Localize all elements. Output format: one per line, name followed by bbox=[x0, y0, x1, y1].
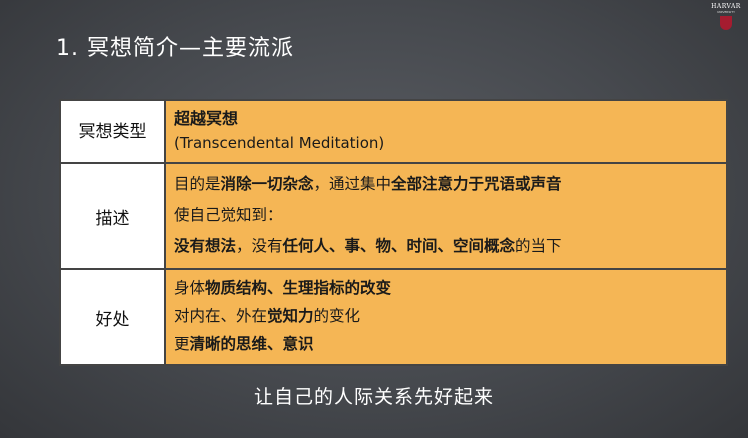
row-content-benefits: 身体物质结构、生理指标的改变 对内在、外在觉知力的变化 更清晰的思维、意识 bbox=[164, 268, 728, 366]
emphasis-text: 觉知力 bbox=[267, 307, 314, 325]
row-content-type: 超越冥想 (Transcendental Meditation) bbox=[164, 99, 728, 164]
content-line: 对内在、外在觉知力的变化 bbox=[174, 302, 718, 330]
video-subtitle: 让自己的人际关系先好起来 bbox=[253, 386, 494, 408]
emphasis-text: 物质结构、生理指标的改变 bbox=[205, 279, 392, 297]
slide-title: 1. 冥想简介—主要流派 bbox=[56, 36, 294, 61]
content-line: (Transcendental Meditation) bbox=[174, 131, 718, 155]
plain-text: (Transcendental Meditation) bbox=[174, 134, 385, 152]
plain-text: 身体 bbox=[174, 279, 206, 297]
table-row-type: 冥想类型 超越冥想 (Transcendental Meditation) bbox=[59, 99, 728, 164]
logo-wordmark: HARVAR bbox=[711, 3, 741, 10]
plain-text: 目的是 bbox=[174, 175, 221, 193]
emphasis-text: 超越冥想 bbox=[174, 109, 239, 128]
university-logo: HARVAR UNIVERSITY bbox=[704, 0, 748, 34]
table-row-description: 描述 目的是消除一切杂念，通过集中全部注意力于咒语或声音 使自己觉知到： 没有想… bbox=[59, 162, 728, 270]
plain-text: ，通过集中 bbox=[313, 175, 392, 193]
table-row-benefits: 好处 身体物质结构、生理指标的改变 对内在、外在觉知力的变化 更清晰的思维、意识 bbox=[59, 268, 728, 366]
emphasis-text: 任何人、事、物、时间、空间概念 bbox=[282, 237, 516, 255]
row-label-type: 冥想类型 bbox=[59, 99, 166, 164]
logo-subtext: UNIVERSITY bbox=[717, 10, 735, 14]
emphasis-text: 消除一切杂念 bbox=[220, 175, 314, 193]
plain-text: 的变化 bbox=[313, 307, 361, 325]
row-content-description: 目的是消除一切杂念，通过集中全部注意力于咒语或声音 使自己觉知到： 没有想法，没… bbox=[164, 162, 728, 270]
content-line: 超越冥想 bbox=[174, 107, 718, 131]
emphasis-text: 没有想法 bbox=[174, 237, 237, 255]
content-line: 使自己觉知到： bbox=[174, 200, 718, 231]
content-line: 没有想法，没有任何人、事、物、时间、空间概念的当下 bbox=[174, 231, 718, 262]
content-line: 身体物质结构、生理指标的改变 bbox=[174, 274, 718, 302]
content-line: 目的是消除一切杂念，通过集中全部注意力于咒语或声音 bbox=[174, 169, 718, 200]
emphasis-text: 全部注意力于咒语或声音 bbox=[391, 175, 562, 193]
plain-text: 的当下 bbox=[515, 237, 562, 255]
meditation-table: 冥想类型 超越冥想 (Transcendental Meditation) 描述… bbox=[59, 99, 728, 366]
row-label-description: 描述 bbox=[59, 162, 166, 270]
plain-text: 使自己觉知到： bbox=[174, 206, 283, 224]
plain-text: ，没有 bbox=[236, 237, 283, 255]
plain-text: 更 bbox=[174, 335, 190, 353]
row-label-benefits: 好处 bbox=[59, 268, 166, 366]
content-line: 更清晰的思维、意识 bbox=[174, 330, 718, 358]
emphasis-text: 清晰的思维、意识 bbox=[189, 335, 314, 353]
shield-icon bbox=[720, 16, 732, 30]
plain-text: 对内在、外在 bbox=[174, 307, 268, 325]
